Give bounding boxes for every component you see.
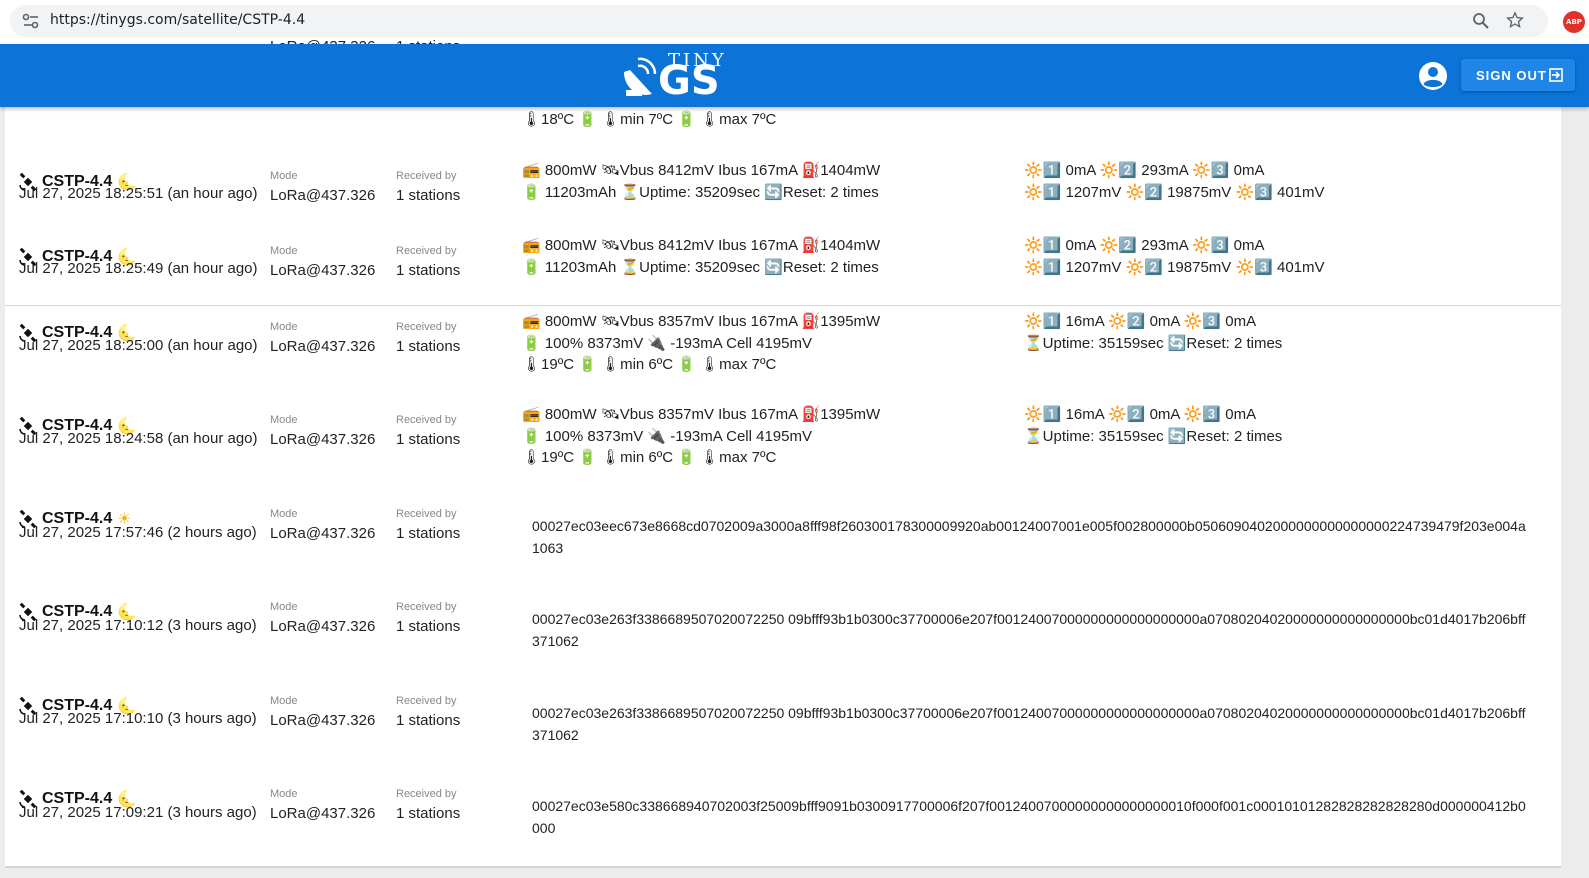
browser-toolbar: https://tinygs.com/satellite/CSTP-4.4 AB… (0, 0, 1589, 45)
address-bar[interactable]: https://tinygs.com/satellite/CSTP-4.4 (10, 5, 1548, 37)
telemetry-line: 📻 800mW 🛰Vbus 8412mV Ibus 167mA ⛽1404mW (522, 237, 881, 254)
packet-row[interactable]: CSTP-4.4 🌜 Jul 27, 2025 18:25:00 (an hou… (5, 306, 1561, 401)
mode-value: LoRa@437.326 (270, 805, 376, 822)
telemetry-line-right: ⏳Uptime: 35159sec 🔄Reset: 2 times (1024, 335, 1283, 352)
received-label: Received by (396, 414, 457, 426)
tinygs-logo[interactable]: TINY GS (620, 48, 730, 104)
received-label: Received by (396, 601, 457, 613)
packet-row[interactable]: CSTP-4.4 🌜 Jul 27, 2025 17:10:10 (3 hour… (5, 679, 1561, 774)
telemetry-line: 🌡19ºC 🔋 🌡min 6ºC 🔋 🌡max 7ºC (522, 356, 777, 373)
app-header: TINY GS SIGN OUT (0, 44, 1589, 107)
telemetry-line-right: 🔆1️⃣ 1207mV 🔆2️⃣ 19875mV 🔆3️⃣ 401mV (1024, 259, 1325, 276)
logout-icon (1549, 68, 1563, 82)
packet-date: Jul 27, 2025 18:25:49 (an hour ago) (19, 260, 258, 277)
stations-value: 1 stations (396, 262, 461, 279)
mode-label: Mode (270, 788, 298, 800)
mode-value: LoRa@437.326 (270, 618, 376, 635)
raw-hex-data: 00027ec03e263f3386689507020072250 09bfff… (532, 611, 1526, 649)
telemetry-line: 📻 800mW 🛰Vbus 8357mV Ibus 167mA ⛽1395mW (522, 313, 881, 330)
mode-label: Mode (270, 245, 298, 257)
mode-value: LoRa@437.326 (270, 525, 376, 542)
mode-label: Mode (270, 695, 298, 707)
adblock-icon[interactable]: ABP (1563, 11, 1585, 33)
mode-label: Mode (270, 601, 298, 613)
account-circle-icon[interactable] (1418, 61, 1448, 91)
received-label: Received by (396, 695, 457, 707)
packet-row[interactable]: CSTP-4.4 ☀ Jul 27, 2025 17:57:46 (2 hour… (5, 492, 1561, 587)
logo-text-gs: GS (658, 58, 720, 104)
telemetry-line: 🔋 100% 8373mV 🔌 -193mA Cell 4195mV (522, 335, 812, 352)
received-label: Received by (396, 170, 457, 182)
telemetry-line: 🔋 100% 8373mV 🔌 -193mA Cell 4195mV (522, 428, 812, 445)
mode-label: Mode (270, 321, 298, 333)
packet-date: Jul 27, 2025 18:25:51 (an hour ago) (19, 185, 258, 202)
packet-date: Jul 27, 2025 17:57:46 (2 hours ago) (19, 524, 257, 541)
stations-value: 1 stations (396, 187, 461, 204)
site-info-icon[interactable] (22, 13, 40, 29)
telemetry-line: 🌡19ºC 🔋 🌡min 6ºC 🔋 🌡max 7ºC (522, 449, 777, 466)
packet-date: Jul 27, 2025 18:24:58 (an hour ago) (19, 430, 258, 447)
packet-date: Jul 27, 2025 18:25:00 (an hour ago) (19, 337, 258, 354)
packet-date: Jul 27, 2025 17:10:10 (3 hours ago) (19, 710, 257, 727)
mode-label: Mode (270, 508, 298, 520)
received-label: Received by (396, 788, 457, 800)
telemetry-line-right: 🔆1️⃣ 1207mV 🔆2️⃣ 19875mV 🔆3️⃣ 401mV (1024, 184, 1325, 201)
mode-value: LoRa@437.326 (270, 338, 376, 355)
raw-hex-data: 00027ec03eec673e8668cd0702009a3000a8fff9… (532, 518, 1526, 556)
stations-value: 1 stations (396, 338, 461, 355)
bookmark-star-icon[interactable] (1506, 11, 1524, 29)
mode-value: LoRa@437.326 (270, 262, 376, 279)
packet-row[interactable]: CSTP-4.4 🌜 Jul 27, 2025 18:24:58 (an hou… (5, 399, 1561, 494)
telemetry-line-right: 🔆1️⃣ 0mA 🔆2️⃣ 293mA 🔆3️⃣ 0mA (1024, 237, 1265, 254)
url-text[interactable]: https://tinygs.com/satellite/CSTP-4.4 (50, 12, 305, 28)
mode-value: LoRa@437.326 (270, 712, 376, 729)
telemetry-line-right: 🔆1️⃣ 0mA 🔆2️⃣ 293mA 🔆3️⃣ 0mA (1024, 162, 1265, 179)
sign-out-button[interactable]: SIGN OUT (1461, 59, 1575, 91)
telemetry-line-right: ⏳Uptime: 35159sec 🔄Reset: 2 times (1024, 428, 1283, 445)
telemetry-line: 📻 800mW 🛰Vbus 8357mV Ibus 167mA ⛽1395mW (522, 406, 881, 423)
raw-hex-data: 00027ec03e580c338668940702003f25009bfff9… (532, 798, 1526, 836)
stations-value: 1 stations (396, 525, 461, 542)
packet-date: Jul 27, 2025 17:10:12 (3 hours ago) (19, 617, 257, 634)
stations-value: 1 stations (396, 712, 461, 729)
telemetry-line: 📻 800mW 🛰Vbus 8412mV Ibus 167mA ⛽1404mW (522, 162, 881, 179)
zoom-icon[interactable] (1472, 12, 1490, 30)
telemetry-line: 🌡18ºC 🔋 🌡min 7ºC 🔋 🌡max 7ºC (522, 111, 777, 128)
packet-row[interactable]: CSTP-4.4 🌜 Jul 27, 2025 18:25:51 (an hou… (5, 155, 1561, 232)
mode-value: LoRa@437.326 (270, 431, 376, 448)
packet-row[interactable]: CSTP-4.4 🌜 Jul 27, 2025 18:25:49 (an hou… (5, 230, 1561, 307)
telemetry-line: 🔋 11203mAh ⏳Uptime: 35209sec 🔄Reset: 2 t… (522, 184, 879, 201)
mode-label: Mode (270, 170, 298, 182)
packet-row[interactable]: CSTP-4.4 🌜 Jul 27, 2025 17:10:12 (3 hour… (5, 585, 1561, 681)
mode-label: Mode (270, 414, 298, 426)
sign-out-label: SIGN OUT (1476, 68, 1547, 83)
telemetry-line-right: 🔆1️⃣ 16mA 🔆2️⃣ 0mA 🔆3️⃣ 0mA (1024, 406, 1257, 423)
telemetry-line-right: 🔆1️⃣ 16mA 🔆2️⃣ 0mA 🔆3️⃣ 0mA (1024, 313, 1257, 330)
packet-date: Jul 27, 2025 17:09:21 (3 hours ago) (19, 804, 257, 821)
stations-value: 1 stations (396, 431, 461, 448)
mode-value: LoRa@437.326 (270, 187, 376, 204)
received-label: Received by (396, 508, 457, 520)
packet-row[interactable]: CSTP-4.4 🌜 Jul 27, 2025 17:09:21 (3 hour… (5, 772, 1561, 868)
telemetry-line: 🔋 11203mAh ⏳Uptime: 35209sec 🔄Reset: 2 t… (522, 259, 879, 276)
received-label: Received by (396, 321, 457, 333)
received-label: Received by (396, 245, 457, 257)
stations-value: 1 stations (396, 805, 461, 822)
raw-hex-data: 00027ec03e263f3386689507020072250 09bfff… (532, 705, 1526, 743)
stations-value: 1 stations (396, 618, 461, 635)
